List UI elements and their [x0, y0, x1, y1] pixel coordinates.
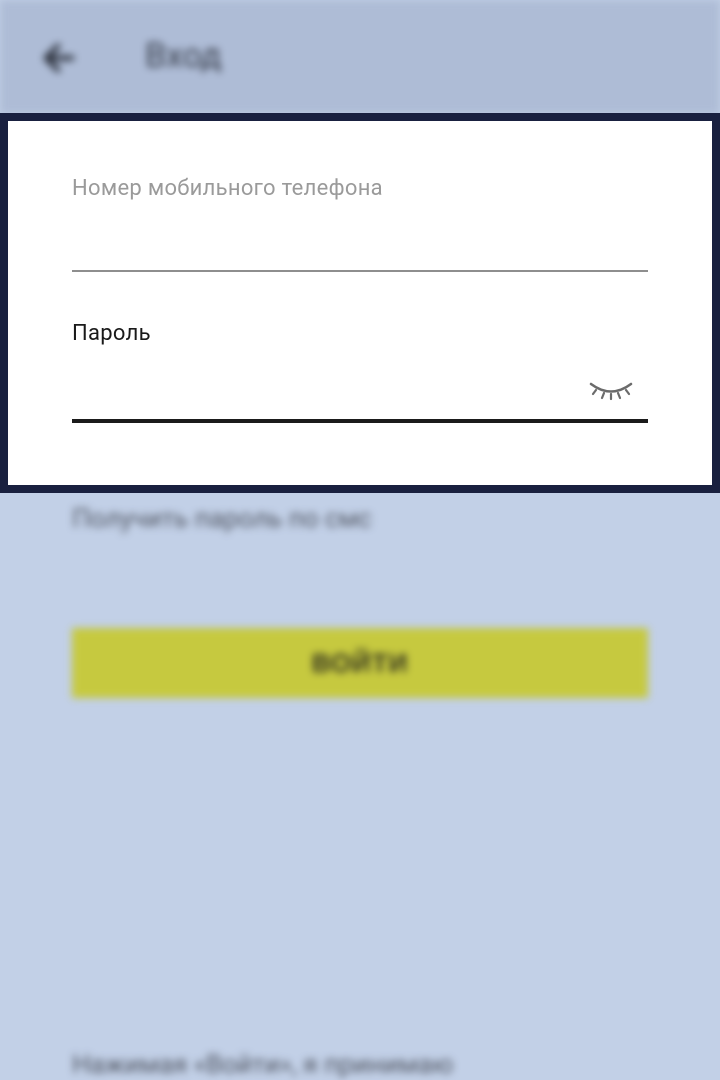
- highlight-frame: Номер мобильного телефона Пароль: [0, 113, 720, 493]
- password-field[interactable]: Пароль: [72, 311, 648, 431]
- terms-text: Нажимая «Войти», я принимаю: [72, 1050, 454, 1080]
- eye-closed-icon[interactable]: [588, 379, 634, 403]
- login-button[interactable]: ВОЙТИ: [72, 628, 648, 698]
- phone-field[interactable]: Номер мобильного телефона: [72, 166, 648, 281]
- password-field-label: Пароль: [72, 321, 151, 346]
- phone-field-label: Номер мобильного телефона: [72, 176, 383, 201]
- password-input[interactable]: [72, 366, 648, 406]
- sms-password-link[interactable]: Получить пароль по смс: [72, 504, 371, 534]
- login-form: Номер мобильного телефона Пароль: [8, 121, 712, 485]
- app-bar: Вход: [0, 0, 720, 114]
- phone-field-underline: [72, 270, 648, 272]
- password-field-underline: [72, 419, 648, 423]
- phone-input[interactable]: [72, 221, 648, 261]
- page-title: Вход: [145, 36, 222, 76]
- arrow-left-icon[interactable]: [36, 38, 76, 78]
